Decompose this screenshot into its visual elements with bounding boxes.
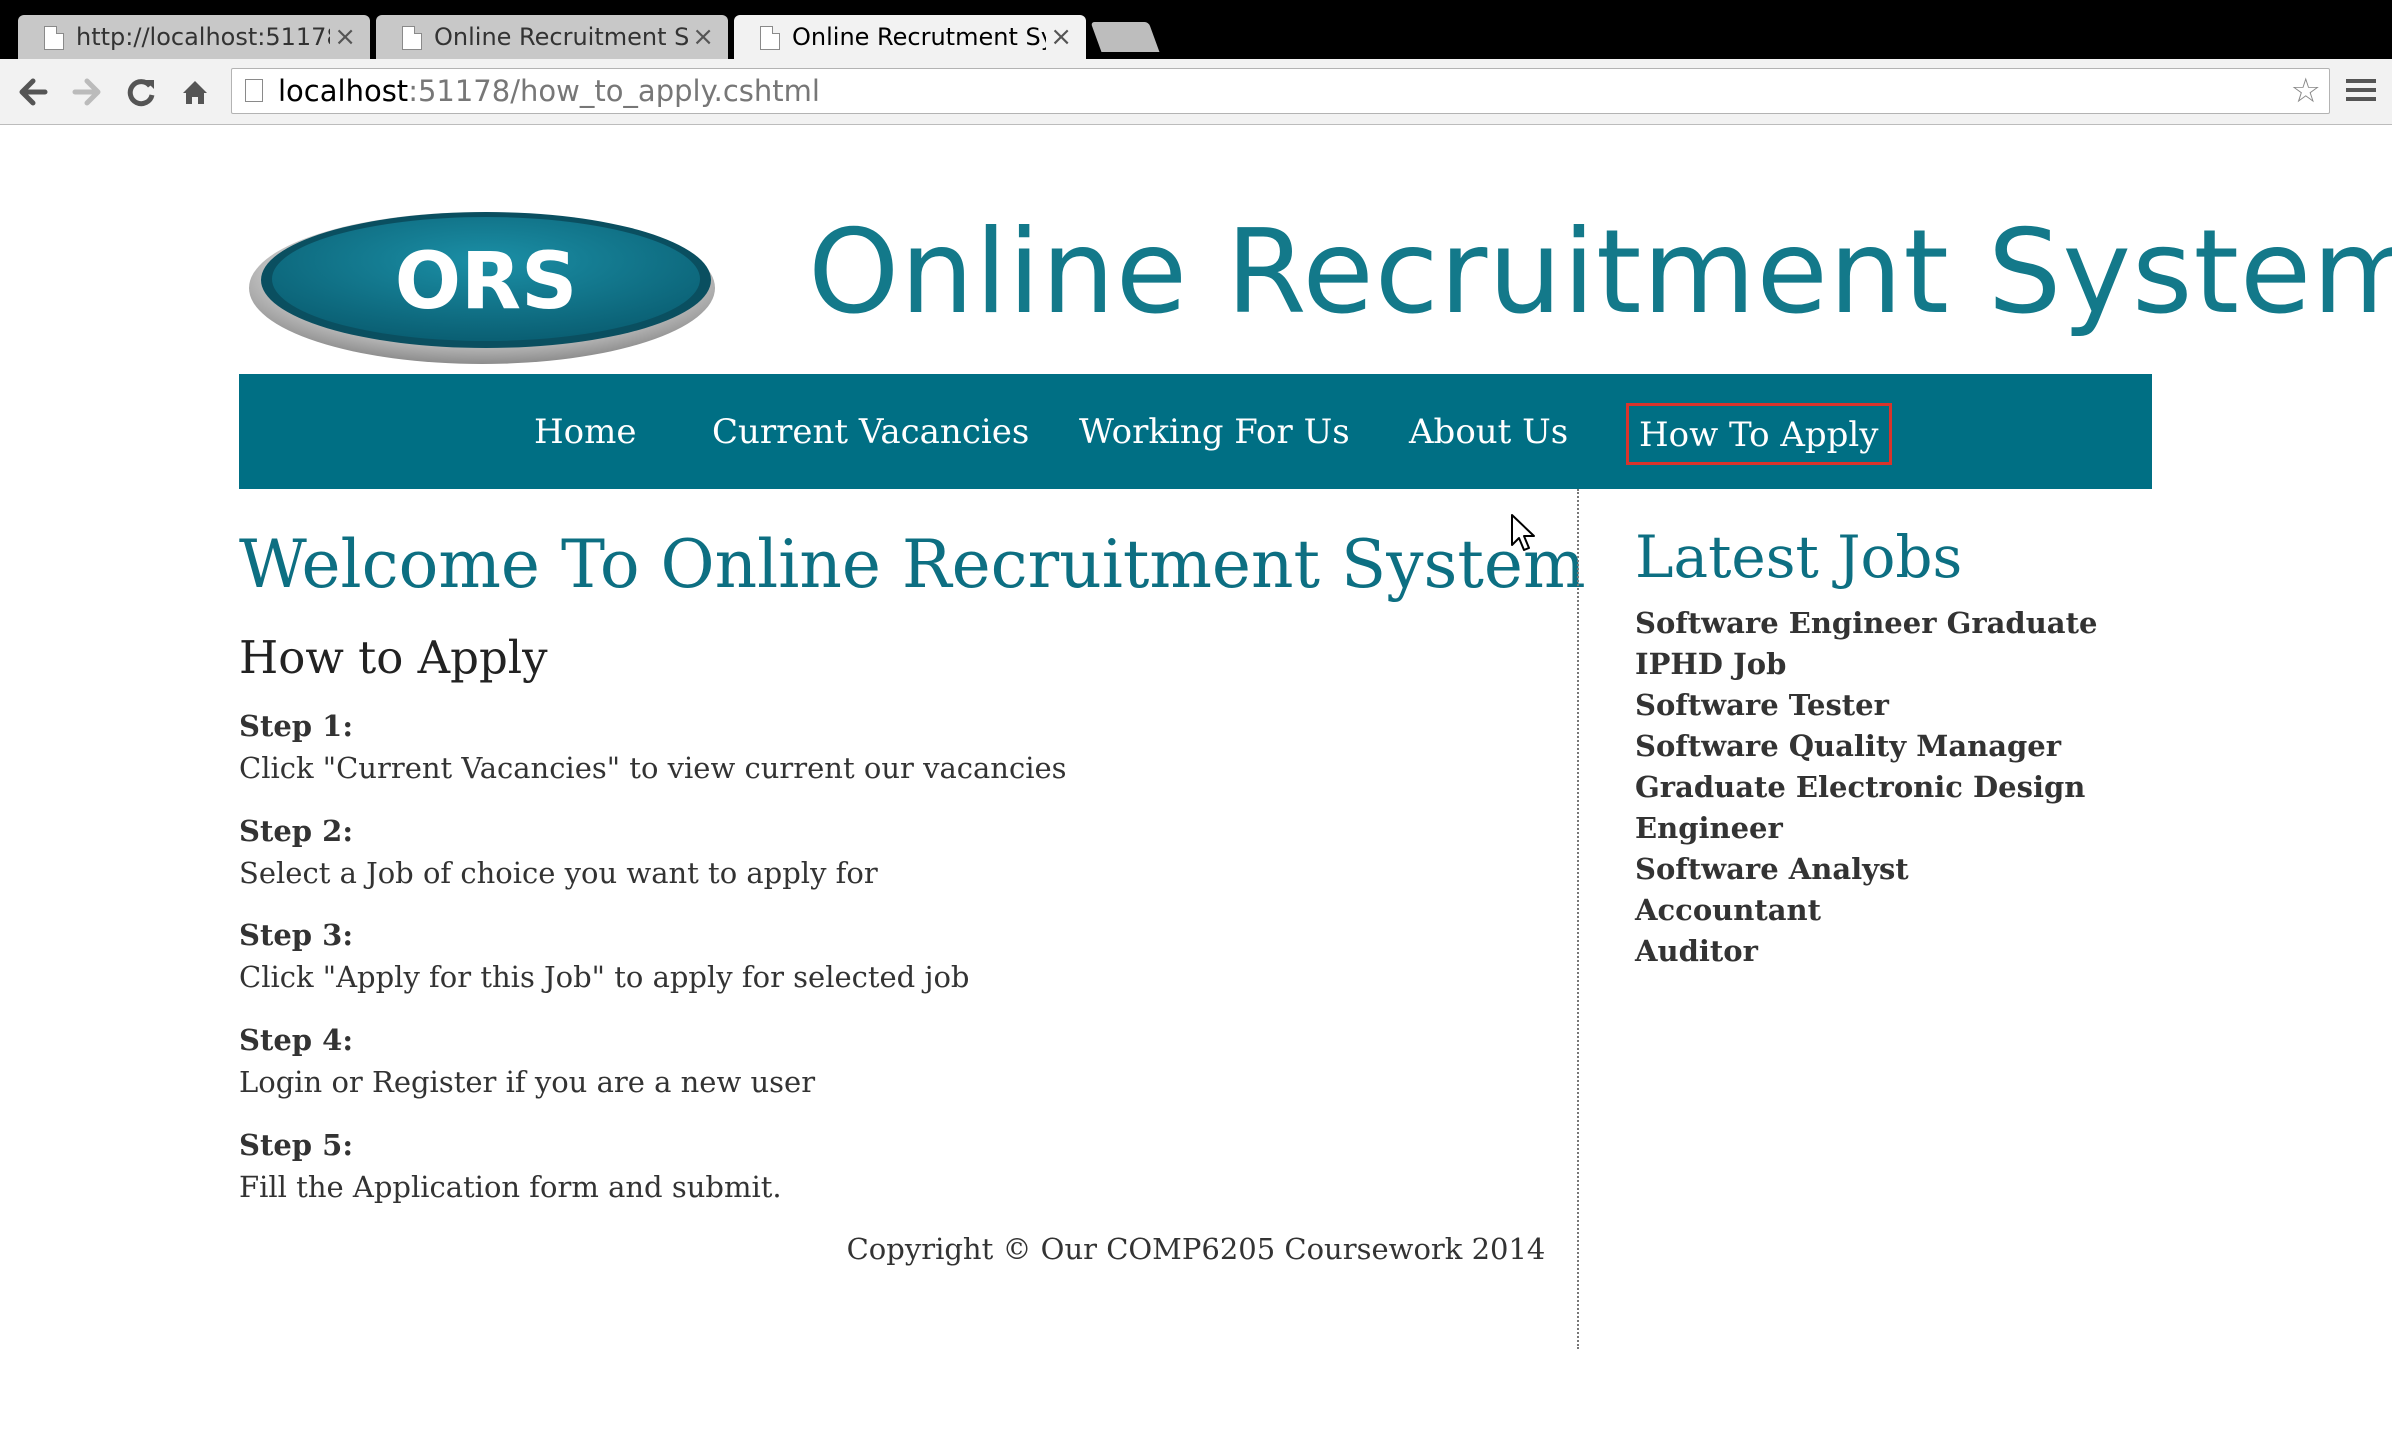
tab-close-icon[interactable]: × xyxy=(334,15,356,59)
nav-item-home[interactable]: Home xyxy=(524,403,646,465)
back-arrow-icon[interactable] xyxy=(10,59,56,125)
latest-jobs-list: Software Engineer Graduate IPHD Job Soft… xyxy=(1635,603,2155,972)
site-title: Online Recruitment System xyxy=(808,205,2392,340)
step-text: Click "Current Vacancies" to view curren… xyxy=(239,751,1067,785)
tab-title: Online Recrutment System xyxy=(792,23,1046,51)
nav-item-working-for-us[interactable]: Working For Us xyxy=(1069,403,1360,465)
page-favicon-icon xyxy=(44,26,64,50)
forward-arrow-icon[interactable] xyxy=(64,59,110,125)
main-navigation: Home Current Vacancies Working For Us Ab… xyxy=(239,374,2152,489)
job-link[interactable]: Accountant xyxy=(1635,890,2155,931)
column-divider xyxy=(1577,489,1579,1349)
page-title: Welcome To Online Recruitment System xyxy=(239,526,1586,603)
browser-tab-1[interactable]: http://localhost:51178/how_to_apply.csht… xyxy=(18,15,370,59)
nav-item-current-vacancies[interactable]: Current Vacancies xyxy=(702,403,1039,465)
step-label: Step 3: xyxy=(239,918,354,952)
browser-tab-2[interactable]: Online Recruitment System × xyxy=(376,15,728,59)
home-icon[interactable] xyxy=(172,59,218,125)
browser-tab-3-active[interactable]: Online Recrutment System × xyxy=(734,15,1086,59)
footer: Copyright © Our COMP6205 Coursework 2014 xyxy=(0,1228,2392,1270)
job-link[interactable]: Graduate Electronic Design Engineer xyxy=(1635,767,2155,849)
mouse-cursor-icon xyxy=(1511,514,1535,551)
hamburger-menu-icon[interactable] xyxy=(2346,79,2376,105)
job-link[interactable]: Software Engineer Graduate IPHD Job xyxy=(1635,603,2155,685)
job-link[interactable]: Software Analyst xyxy=(1635,849,2155,890)
step-text: Fill the Application form and submit. xyxy=(239,1170,782,1204)
tab-title: Online Recruitment System xyxy=(434,23,688,51)
step-label: Step 4: xyxy=(239,1023,354,1057)
step-text: Click "Apply for this Job" to apply for … xyxy=(239,960,970,994)
browser-toolbar: localhost:51178/how_to_apply.cshtml ☆ xyxy=(0,59,2392,125)
page-favicon-icon xyxy=(402,26,422,50)
address-bar[interactable]: localhost:51178/how_to_apply.cshtml ☆ xyxy=(231,68,2330,114)
job-link[interactable]: Software Tester xyxy=(1635,685,2155,726)
step-label: Step 5: xyxy=(239,1128,354,1162)
logo-text: ORS xyxy=(395,237,578,327)
tab-close-icon[interactable]: × xyxy=(692,15,714,59)
ors-logo: ORS xyxy=(249,212,715,364)
step-label: Step 2: xyxy=(239,814,354,848)
star-icon[interactable]: ☆ xyxy=(2291,69,2321,113)
step-item: Step 2: Select a Job of choice you want … xyxy=(239,810,1539,894)
page-favicon-icon xyxy=(760,26,780,50)
page-icon xyxy=(245,79,263,102)
latest-jobs-heading: Latest Jobs xyxy=(1635,523,1963,591)
job-link[interactable]: Auditor xyxy=(1635,931,2155,972)
page-content: ORS Online Recruitment System Home Curre… xyxy=(0,125,2392,1440)
step-item: Step 3: Click "Apply for this Job" to ap… xyxy=(239,914,1539,998)
address-url: localhost:51178/how_to_apply.cshtml xyxy=(278,74,820,108)
new-tab-button[interactable] xyxy=(1090,22,1160,52)
step-text: Select a Job of choice you want to apply… xyxy=(239,856,878,890)
step-text: Login or Register if you are a new user xyxy=(239,1065,816,1099)
copyright-text: Copyright © Our COMP6205 Coursework 2014 xyxy=(846,1232,1546,1266)
step-item: Step 4: Login or Register if you are a n… xyxy=(239,1019,1539,1103)
nav-item-how-to-apply[interactable]: How To Apply xyxy=(1626,403,1892,465)
reload-icon[interactable] xyxy=(118,59,164,125)
job-link[interactable]: Software Quality Manager xyxy=(1635,726,2155,767)
tab-title: http://localhost:51178/how_to_apply.csht… xyxy=(76,23,330,51)
section-heading: How to Apply xyxy=(239,631,548,684)
step-item: Step 1: Click "Current Vacancies" to vie… xyxy=(239,705,1539,789)
step-label: Step 1: xyxy=(239,709,354,743)
browser-tab-strip: http://localhost:51178/how_to_apply.csht… xyxy=(0,0,2392,59)
nav-item-about-us[interactable]: About Us xyxy=(1399,403,1578,465)
step-item: Step 5: Fill the Application form and su… xyxy=(239,1124,1539,1208)
tab-close-icon[interactable]: × xyxy=(1050,15,1072,59)
